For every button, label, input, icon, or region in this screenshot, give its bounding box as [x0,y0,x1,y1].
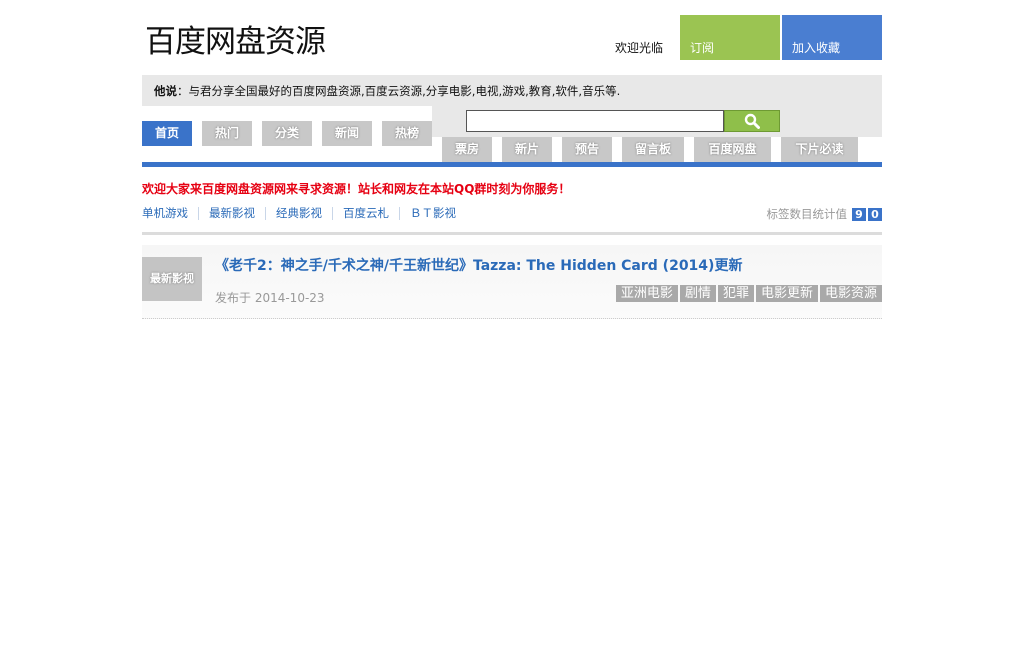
nav-item-home[interactable]: 首页 [142,121,192,146]
nav-item-news[interactable]: 新闻 [322,121,372,146]
content-divider [142,232,882,235]
tag-stats-digit: 9 [852,207,866,221]
search-input[interactable] [466,110,724,132]
post-item: 最新影视 《老千2：神之手/千术之神/千王新世纪》Tazza: The Hidd… [142,245,882,319]
nav-item-trailers[interactable]: 预告 [562,137,612,162]
post-tags: 亚洲电影 剧情 犯罪 电影更新 电影资源 [614,285,882,302]
nav-item-boxoffice[interactable]: 票房 [442,137,492,162]
quick-link-baidu-cloud[interactable]: 百度云札 [332,207,399,220]
post-tag[interactable]: 电影资源 [819,285,882,302]
quick-link-pc-games[interactable]: 单机游戏 [142,207,198,220]
post-tag[interactable]: 电影更新 [755,285,818,302]
quick-links: 单机游戏 最新影视 经典影视 百度云札 ＢＴ影视 [142,207,466,220]
site-logo[interactable]: 百度网盘资源 [145,16,326,61]
welcome-text: 欢迎光临 [615,41,664,55]
nav-item-hot[interactable]: 热门 [202,121,252,146]
intro-text: ：与君分享全国最好的百度网盘资源,百度云资源,分享电影,电视,游戏,教育,软件,… [177,84,621,98]
tag-stats: 标签数目统计值 9 0 [766,206,882,222]
post-tag[interactable]: 亚洲电影 [615,285,678,302]
nav-item-guestbook[interactable]: 留言板 [622,137,684,162]
nav-item-category[interactable]: 分类 [262,121,312,146]
intro-speaker: 他说 [154,84,177,98]
nav-item-download-guide[interactable]: 下片必读 [781,137,858,162]
add-favorite-button[interactable]: 加入收藏 [782,15,882,60]
quick-link-latest-movies[interactable]: 最新影视 [198,207,265,220]
post-title-link[interactable]: 《老千2：神之手/千术之神/千王新世纪》Tazza: The Hidden Ca… [215,255,742,275]
nav-divider [142,162,882,167]
notice-banner: 欢迎大家来百度网盘资源网来寻求资源！站长和网友在本站QQ群时刻为你服务！ [142,182,571,196]
tag-stats-label: 标签数目统计值 [766,207,848,221]
nav-item-new-films[interactable]: 新片 [502,137,552,162]
post-category-badge[interactable]: 最新影视 [142,257,202,301]
tag-stats-digit: 0 [868,207,882,221]
quick-link-classic-movies[interactable]: 经典影视 [265,207,332,220]
nav-item-ranking[interactable]: 热榜 [382,121,432,146]
subscribe-button[interactable]: 订阅 [680,15,780,60]
post-tag[interactable]: 犯罪 [717,285,754,302]
intro-bar: 他说：与君分享全国最好的百度网盘资源,百度云资源,分享电影,电视,游戏,教育,软… [142,75,882,106]
nav-item-baidu-pan[interactable]: 百度网盘 [694,137,771,162]
search-button[interactable] [724,110,780,132]
post-date: 发布于 2014-10-23 [215,291,325,305]
search-icon [744,113,760,129]
post-tag[interactable]: 剧情 [679,285,716,302]
quick-link-bt-movies[interactable]: ＢＴ影视 [399,207,466,220]
